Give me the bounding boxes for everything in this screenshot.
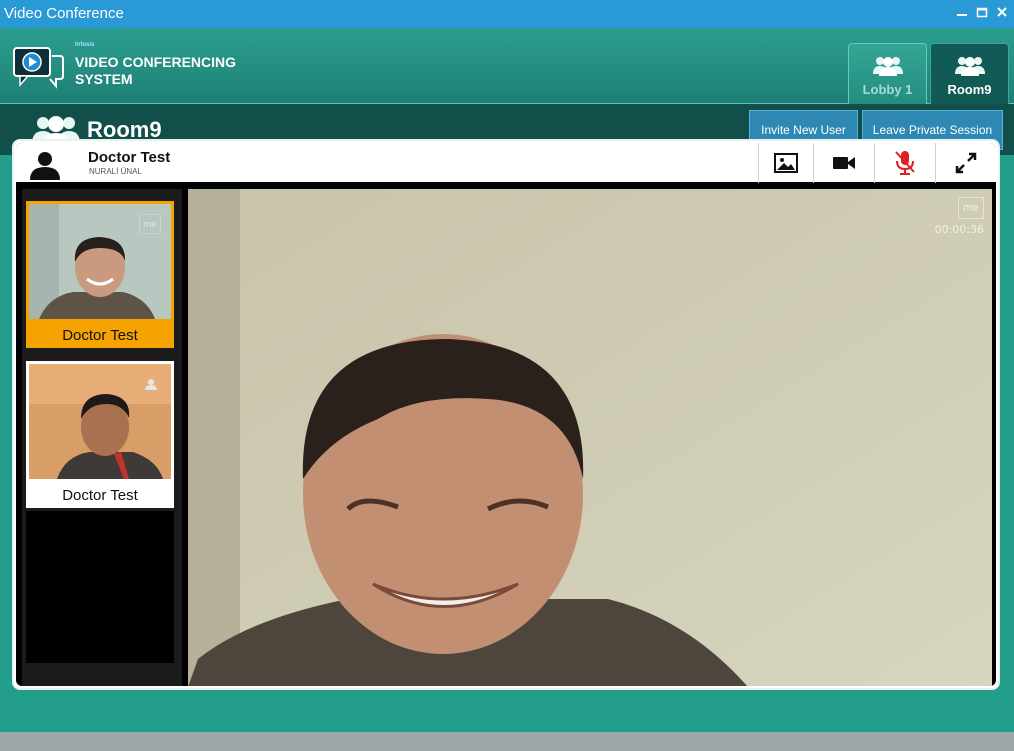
window-title: Video Conference xyxy=(4,5,124,22)
brand-line-1: VIDEO CONFERENCING xyxy=(75,54,237,70)
tab-lobby-label: Lobby 1 xyxy=(862,82,913,97)
tab-room-label: Room9 xyxy=(947,82,992,97)
conference-panel: Doctor Test NURALİ ÜNAL me Doctor Test D… xyxy=(12,139,1000,690)
brand-company: Infosis xyxy=(75,42,95,48)
current-user-subtitle: NURALİ ÜNAL xyxy=(89,167,142,176)
users-icon xyxy=(931,54,1008,78)
media-toolbar xyxy=(758,143,996,183)
call-timer: 00:00:36 xyxy=(934,223,984,236)
image-icon xyxy=(774,153,798,173)
me-badge: me xyxy=(958,197,984,219)
current-user-bar: Doctor Test NURALİ ÜNAL xyxy=(16,143,996,185)
mute-microphone-button[interactable] xyxy=(874,143,935,183)
close-icon[interactable] xyxy=(996,5,1008,19)
participant-video xyxy=(29,364,171,479)
minimize-icon[interactable] xyxy=(956,5,968,19)
main-video[interactable]: me 00:00:36 xyxy=(188,189,992,686)
users-icon xyxy=(849,54,926,78)
me-badge: me xyxy=(139,214,161,234)
window-titlebar: Video Conference xyxy=(0,0,1014,28)
participant-list: me Doctor Test Doctor Test xyxy=(22,189,182,686)
video-camera-icon xyxy=(833,157,855,169)
fullscreen-button[interactable] xyxy=(935,143,996,183)
user-icon xyxy=(145,379,157,390)
microphone-muted-icon xyxy=(895,151,915,175)
user-silhouette-icon xyxy=(30,152,60,180)
camera-button[interactable] xyxy=(813,143,874,183)
empty-slot xyxy=(26,511,174,663)
participant-thumbnail[interactable]: Doctor Test xyxy=(26,361,174,508)
tab-lobby[interactable]: Lobby 1 xyxy=(848,43,927,104)
brand-name: VIDEO CONFERENCING SYSTEM xyxy=(75,54,245,88)
fullscreen-icon xyxy=(955,152,977,174)
brand-line-2: SYSTEM xyxy=(75,71,133,87)
tab-room[interactable]: Room9 xyxy=(930,43,1009,104)
participant-thumbnail[interactable]: me Doctor Test xyxy=(26,201,174,348)
participant-name: Doctor Test xyxy=(62,487,138,504)
app-header: Infosis VIDEO CONFERENCING SYSTEM Lobby … xyxy=(0,28,1014,104)
participant-name: Doctor Test xyxy=(62,327,138,344)
participant-video: me xyxy=(29,204,171,319)
current-user-name: Doctor Test xyxy=(88,149,171,166)
image-button[interactable] xyxy=(758,143,813,183)
bottom-bar xyxy=(0,732,1014,751)
maximize-icon[interactable] xyxy=(976,5,988,19)
video-logo-icon xyxy=(13,47,64,89)
main-video-feed xyxy=(188,189,992,686)
